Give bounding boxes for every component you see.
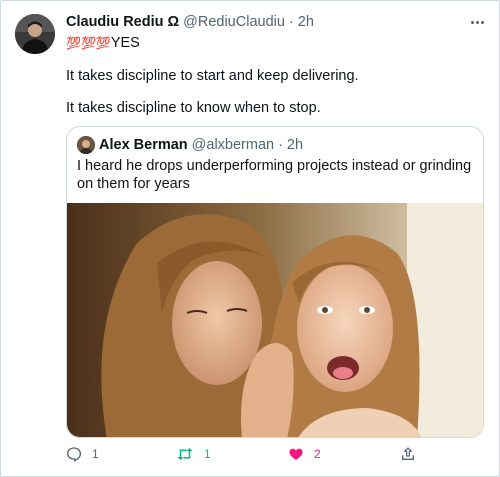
quoted-time: 2h [286, 137, 304, 153]
retweet-count: 1 [204, 447, 211, 461]
quoted-text: I heard he drops underperforming project… [77, 158, 472, 192]
quoted-author-handle: @alxberman [191, 137, 275, 153]
tweet-actions: 1 1 2 [0, 446, 500, 466]
retweet-button[interactable]: 1 [176, 446, 211, 462]
tweet-paragraph-2: It takes discipline to know when to stop… [66, 100, 321, 116]
yes-text: YES [110, 35, 140, 51]
header-separator: · [288, 14, 294, 30]
tweet-time[interactable]: 2h [298, 14, 314, 30]
like-button[interactable]: 2 [288, 446, 321, 462]
author-handle[interactable]: @RediuClaudiu [183, 14, 285, 30]
hundred-emoji-text: 💯💯💯 [66, 36, 111, 50]
quoted-image[interactable] [67, 203, 483, 437]
reply-count: 1 [92, 447, 99, 461]
quoted-tweet[interactable]: Alex Berman @alxberman · 2h I heard he d… [66, 126, 484, 438]
share-button[interactable] [400, 446, 416, 462]
tweet-paragraph-1: It takes discipline to start and keep de… [66, 68, 359, 84]
retweet-icon [176, 446, 194, 462]
quoted-separator: · [278, 137, 283, 153]
quoted-author-avatar [77, 136, 95, 154]
reply-icon [66, 446, 82, 462]
author-avatar[interactable] [15, 14, 55, 54]
like-count: 2 [314, 447, 321, 461]
reply-button[interactable]: 1 [66, 446, 99, 462]
like-icon [288, 446, 304, 462]
share-icon [400, 446, 416, 462]
author-name[interactable]: Claudiu Rediu Ω [66, 14, 179, 30]
more-icon[interactable] [466, 13, 488, 31]
tweet-text-line1: 💯💯💯 YES [66, 35, 140, 51]
quoted-header: Alex Berman @alxberman · 2h [99, 137, 303, 153]
tweet-header: Claudiu Rediu Ω @RediuClaudiu · 2h [66, 14, 314, 30]
quoted-author-name: Alex Berman [99, 137, 188, 153]
